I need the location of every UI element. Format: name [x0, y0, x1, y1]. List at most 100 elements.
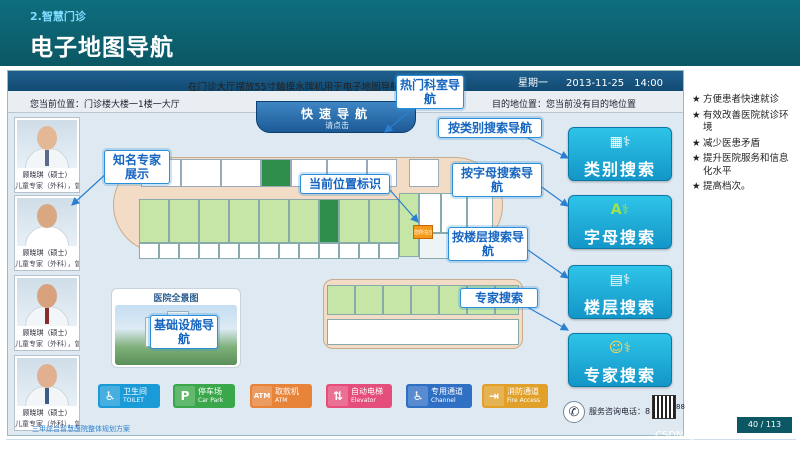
- benefit-item: ★ 减少医患矛盾: [692, 137, 761, 149]
- elevator-icon: ⇅: [328, 386, 348, 406]
- button-label: 专家搜索: [583, 366, 656, 385]
- room: [299, 243, 319, 259]
- room: [259, 243, 279, 259]
- room: [339, 243, 359, 259]
- expert-search-button[interactable]: ☺⚕ 专家搜索: [568, 333, 672, 387]
- doctor-name: 顾晓琪（硕士）: [22, 171, 72, 179]
- legend-toilet[interactable]: ♿ 卫生间 TOILET: [98, 384, 160, 408]
- doctor-dept: 儿童专家（外科），曾...: [15, 340, 79, 348]
- star-icon: ★: [692, 137, 701, 149]
- doctor-photo: [17, 120, 77, 168]
- room: [319, 243, 339, 259]
- room: [411, 285, 439, 315]
- legend-label: 停车场: [198, 387, 222, 396]
- benefit-item: ★ 提高档次。: [692, 181, 751, 192]
- category-icon: ▦⚕: [609, 134, 631, 150]
- room: [221, 159, 261, 187]
- weekday: 星期一: [518, 78, 548, 89]
- letter-a-icon: A⚕: [610, 202, 630, 218]
- legend-label-en: Car Park: [198, 397, 224, 404]
- room: [139, 243, 159, 259]
- slide-header: 2.智慧门诊 电子地图导航: [0, 0, 800, 66]
- room: [199, 199, 229, 243]
- benefit-item: ★ 有效改善医院就诊环境: [692, 109, 789, 134]
- room: [379, 243, 399, 259]
- room: [261, 159, 291, 187]
- star-icon: ★: [692, 181, 701, 192]
- fire-exit-icon: ⇥: [484, 386, 504, 406]
- callout-facility: 基础设施导航: [150, 315, 218, 349]
- room: [409, 159, 439, 187]
- room: [199, 243, 219, 259]
- callout-hot-dept: 热门科室导航: [396, 75, 464, 109]
- callout-floor: 按楼层搜索导航: [448, 227, 528, 261]
- doctor-photo: [17, 358, 77, 406]
- datetime: 2013-11-25 14:00: [566, 78, 663, 89]
- slide-title: 电子地图导航: [30, 35, 174, 61]
- qr-code: [652, 395, 676, 419]
- button-label: 字母搜索: [583, 228, 656, 247]
- callout-expert-search: 专家搜索: [460, 288, 538, 308]
- legend-elevator[interactable]: ⇅ 自动电梯 Elevator: [326, 384, 392, 408]
- callout-expert: 知名专家展示: [104, 150, 170, 184]
- qr-code-label: 88: [676, 403, 685, 411]
- room: [289, 199, 319, 243]
- room: [327, 285, 355, 315]
- slide-note: 在门诊大厅摆放55寸触摸水牌机用于电子地图导航系统: [188, 82, 419, 93]
- panorama-title: 医院全景图: [153, 294, 199, 304]
- doctor-name: 顾晓琪（硕士）: [22, 329, 72, 337]
- room: [139, 199, 169, 243]
- legend-label: 卫生间: [123, 387, 147, 396]
- callout-category: 按类别搜索导航: [438, 118, 542, 138]
- legend-label-en: TOILET: [123, 397, 144, 404]
- benefits-list: ★ 方便患者快速就诊 ★ 有效改善医院就诊环境 ★ 减少医患矛盾 ★ 提升医院服务和信息…: [692, 94, 796, 197]
- room: [369, 199, 399, 243]
- room: [319, 199, 339, 243]
- legend-car-park[interactable]: P 停车场 Car Park: [173, 384, 235, 408]
- button-label: 类别搜索: [583, 160, 656, 179]
- hotline-text: 服务咨询电话：8: [589, 407, 651, 416]
- doctor-name: 顾晓琪（硕士）: [22, 409, 72, 417]
- doctor-photo: [17, 278, 77, 326]
- doctor-card[interactable]: 顾晓琪（硕士） 儿童专家（外科），曾...: [14, 195, 80, 271]
- channel-icon: ♿: [408, 386, 428, 406]
- doctor-card[interactable]: 顾晓琪（硕士） 儿童专家（外科），曾...: [14, 355, 80, 431]
- room: [159, 243, 179, 259]
- room: [219, 243, 239, 259]
- current-location: 您当前位置：门诊楼大楼一1楼一大厅: [30, 100, 180, 110]
- legend-label-en: ATM: [275, 397, 288, 404]
- toilet-icon: ♿: [100, 386, 120, 406]
- legend-label: 自动电梯: [351, 387, 383, 396]
- doctor-card[interactable]: 顾晓琪（硕士） 儿童专家（外科），曾...: [14, 117, 80, 193]
- floor-search-button[interactable]: ▤⚕ 楼层搜索: [568, 265, 672, 319]
- room: [339, 199, 369, 243]
- category-search-button[interactable]: ▦⚕ 类别搜索: [568, 127, 672, 181]
- benefit-item: ★ 提升医院服务和信息化水平: [692, 153, 789, 177]
- room: [239, 243, 259, 259]
- room: [181, 159, 221, 187]
- room: [359, 243, 379, 259]
- legend-atm[interactable]: ATM 取款机 ATM: [250, 384, 312, 408]
- section-label: 2.智慧门诊: [30, 10, 86, 23]
- callout-current: 当前位置标识: [300, 174, 390, 194]
- letter-search-button[interactable]: A⚕ 字母搜索: [568, 195, 672, 249]
- button-label: 楼层搜索: [583, 298, 656, 317]
- star-icon: ★: [692, 94, 701, 105]
- callout-letter: 按字母搜索导航: [452, 163, 542, 197]
- room: [259, 199, 289, 243]
- benefit-item: ★ 方便患者快速就诊: [692, 94, 780, 105]
- watermark: CSDN @一只鹿鹿鹿: [655, 430, 747, 441]
- legend-fire-access[interactable]: ⇥ 消防通道 Fire Access: [482, 384, 548, 408]
- star-icon: ★: [692, 153, 701, 164]
- doctor-dept: 儿童专家（外科），曾...: [15, 260, 79, 268]
- doctor-name: 顾晓琪（硕士）: [22, 249, 72, 257]
- doctor-card[interactable]: 顾晓琪（硕士） 儿童专家（外科），曾...: [14, 275, 80, 351]
- kiosk-screen: 星期一 2013-11-25 14:00 您当前位置：门诊楼大楼一1楼一大厅 目…: [7, 70, 685, 436]
- page-number: 40 / 113: [737, 417, 792, 433]
- legend-channel[interactable]: ♿ 专用通道 Channel: [406, 384, 472, 408]
- you-are-here-marker: 您所在位置: [413, 225, 433, 239]
- room: [279, 243, 299, 259]
- room: [383, 285, 411, 315]
- atm-icon: ATM: [252, 386, 272, 406]
- room: [355, 285, 383, 315]
